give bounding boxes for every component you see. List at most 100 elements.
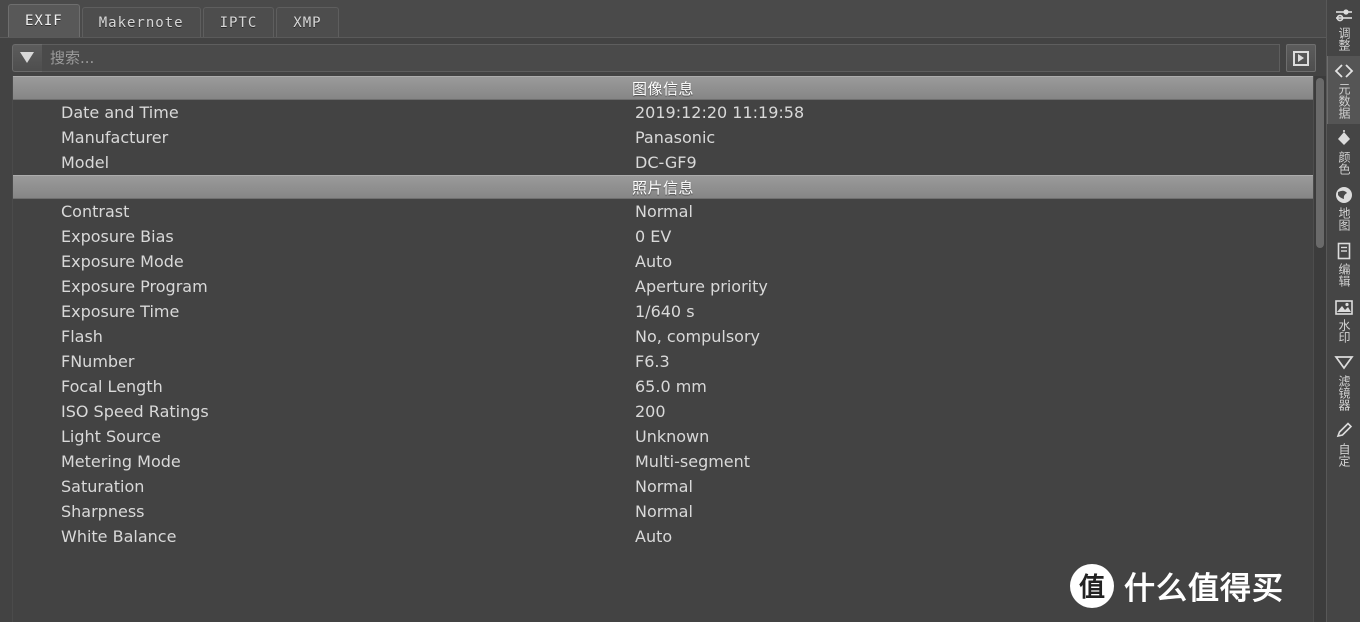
table-row[interactable]: Manufacturer Panasonic	[13, 125, 1313, 150]
row-key: Manufacturer	[61, 128, 169, 147]
table-row[interactable]: Flash No, compulsory	[13, 324, 1313, 349]
row-value: No, compulsory	[635, 327, 761, 346]
tab-makernote-label: Makernote	[98, 14, 184, 31]
rail-label: 调整	[1337, 27, 1351, 51]
row-value: Aperture priority	[635, 277, 768, 296]
metadata-list-wrap: 图像信息 Date and Time 2019:12:20 11:19:58 M…	[0, 76, 1326, 622]
group-header-image-info[interactable]: 图像信息	[13, 76, 1313, 100]
row-key: Light Source	[61, 427, 161, 446]
table-row[interactable]: Saturation Normal	[13, 474, 1313, 499]
rail-label: 自定	[1337, 443, 1351, 467]
row-value: 2019:12:20 11:19:58	[635, 103, 805, 122]
tab-xmp[interactable]: XMP	[276, 7, 339, 37]
group-title: 照片信息	[631, 178, 694, 197]
tool-rail: 调整 元数据 颜色 地图 编辑 水印 滤镜器 自定	[1326, 0, 1360, 622]
filter-button[interactable]	[12, 44, 42, 72]
table-row[interactable]: ISO Speed Ratings 200	[13, 399, 1313, 424]
tab-iptc[interactable]: IPTC	[202, 7, 275, 37]
row-key: Metering Mode	[61, 452, 181, 471]
table-row[interactable]: FNumber F6.3	[13, 349, 1313, 374]
vertical-scrollbar[interactable]	[1313, 76, 1326, 622]
row-key: Exposure Time	[61, 302, 180, 321]
group-title: 图像信息	[631, 79, 694, 98]
table-row[interactable]: White Balance Auto	[13, 524, 1313, 549]
table-row[interactable]: Exposure Mode Auto	[13, 249, 1313, 274]
metadata-tabbar: EXIF Makernote IPTC XMP	[0, 0, 1326, 38]
metadata-panel: EXIF Makernote IPTC XMP 搜索... 图像信息 Date …	[0, 0, 1326, 622]
rail-label: 地图	[1337, 207, 1351, 231]
group-header-photo-info[interactable]: 照片信息	[13, 175, 1313, 199]
scrollbar-thumb[interactable]	[1316, 78, 1324, 248]
row-value: 0 EV	[635, 227, 672, 246]
rail-label: 编辑	[1337, 263, 1351, 287]
document-icon	[1333, 241, 1355, 261]
search-input[interactable]	[42, 44, 1280, 72]
table-row[interactable]: Date and Time 2019:12:20 11:19:58	[13, 100, 1313, 125]
table-row[interactable]: Exposure Bias 0 EV	[13, 224, 1313, 249]
panel-toggle-button[interactable]	[1286, 44, 1316, 72]
pencil-icon	[1333, 421, 1355, 441]
row-key: Model	[61, 153, 110, 172]
row-value: Normal	[635, 477, 693, 496]
row-value: DC-GF9	[635, 153, 697, 172]
row-key: ISO Speed Ratings	[61, 402, 209, 421]
row-key: Saturation	[61, 477, 145, 496]
rail-item-adjust[interactable]: 调整	[1327, 0, 1360, 56]
rail-label: 元数据	[1337, 83, 1351, 119]
row-key: Focal Length	[61, 377, 163, 396]
code-brackets-icon	[1333, 61, 1355, 81]
rail-label: 颜色	[1337, 151, 1351, 175]
row-value: Multi-segment	[635, 452, 751, 471]
tab-iptc-label: IPTC	[219, 14, 258, 31]
row-value: Auto	[635, 527, 673, 546]
metadata-list: 图像信息 Date and Time 2019:12:20 11:19:58 M…	[13, 76, 1313, 622]
funnel-icon	[20, 51, 35, 65]
table-row[interactable]: Sharpness Normal	[13, 499, 1313, 524]
row-key: Contrast	[61, 202, 130, 221]
rail-item-edit[interactable]: 编辑	[1327, 236, 1360, 292]
rail-item-map[interactable]: 地图	[1327, 180, 1360, 236]
row-value: F6.3	[635, 352, 670, 371]
exif-metadata-window: EXIF Makernote IPTC XMP 搜索... 图像信息 Date …	[0, 0, 1360, 622]
rail-item-custom[interactable]: 自定	[1327, 416, 1360, 472]
rail-label: 滤镜器	[1337, 375, 1351, 411]
row-value: Normal	[635, 202, 693, 221]
table-row[interactable]: Exposure Program Aperture priority	[13, 274, 1313, 299]
search-row	[0, 38, 1326, 76]
list-left-edge	[0, 76, 13, 622]
rail-item-metadata[interactable]: 元数据	[1327, 56, 1360, 124]
row-key: Exposure Program	[61, 277, 208, 296]
row-key: Date and Time	[61, 103, 179, 122]
row-key: Flash	[61, 327, 103, 346]
row-value: Auto	[635, 252, 673, 271]
tab-makernote[interactable]: Makernote	[81, 7, 201, 37]
globe-icon	[1333, 185, 1355, 205]
panel-toggle-icon	[1293, 50, 1309, 66]
row-key: Exposure Bias	[61, 227, 174, 246]
table-row[interactable]: Metering Mode Multi-segment	[13, 449, 1313, 474]
table-row[interactable]: Light Source Unknown	[13, 424, 1313, 449]
watermark-image-icon	[1333, 297, 1355, 317]
row-value: 65.0 mm	[635, 377, 707, 396]
sliders-icon	[1333, 5, 1355, 25]
rail-label: 水印	[1337, 319, 1351, 343]
rail-item-watermark[interactable]: 水印	[1327, 292, 1360, 348]
tab-xmp-label: XMP	[293, 14, 322, 31]
tab-exif[interactable]: EXIF	[8, 4, 80, 37]
table-row[interactable]: Contrast Normal	[13, 199, 1313, 224]
rail-item-color[interactable]: 颜色	[1327, 124, 1360, 180]
table-row[interactable]: Model DC-GF9	[13, 150, 1313, 175]
row-key: FNumber	[61, 352, 135, 371]
row-key: Exposure Mode	[61, 252, 184, 271]
row-value: Unknown	[635, 427, 710, 446]
table-row[interactable]: Focal Length 65.0 mm	[13, 374, 1313, 399]
tab-exif-label: EXIF	[25, 13, 63, 29]
rail-item-filter[interactable]: 滤镜器	[1327, 348, 1360, 416]
row-key: White Balance	[61, 527, 177, 546]
paint-bucket-icon	[1333, 129, 1355, 149]
row-value: 200	[635, 402, 666, 421]
row-key: Sharpness	[61, 502, 145, 521]
table-row[interactable]: Exposure Time 1/640 s	[13, 299, 1313, 324]
row-value: Panasonic	[635, 128, 716, 147]
row-value: Normal	[635, 502, 693, 521]
